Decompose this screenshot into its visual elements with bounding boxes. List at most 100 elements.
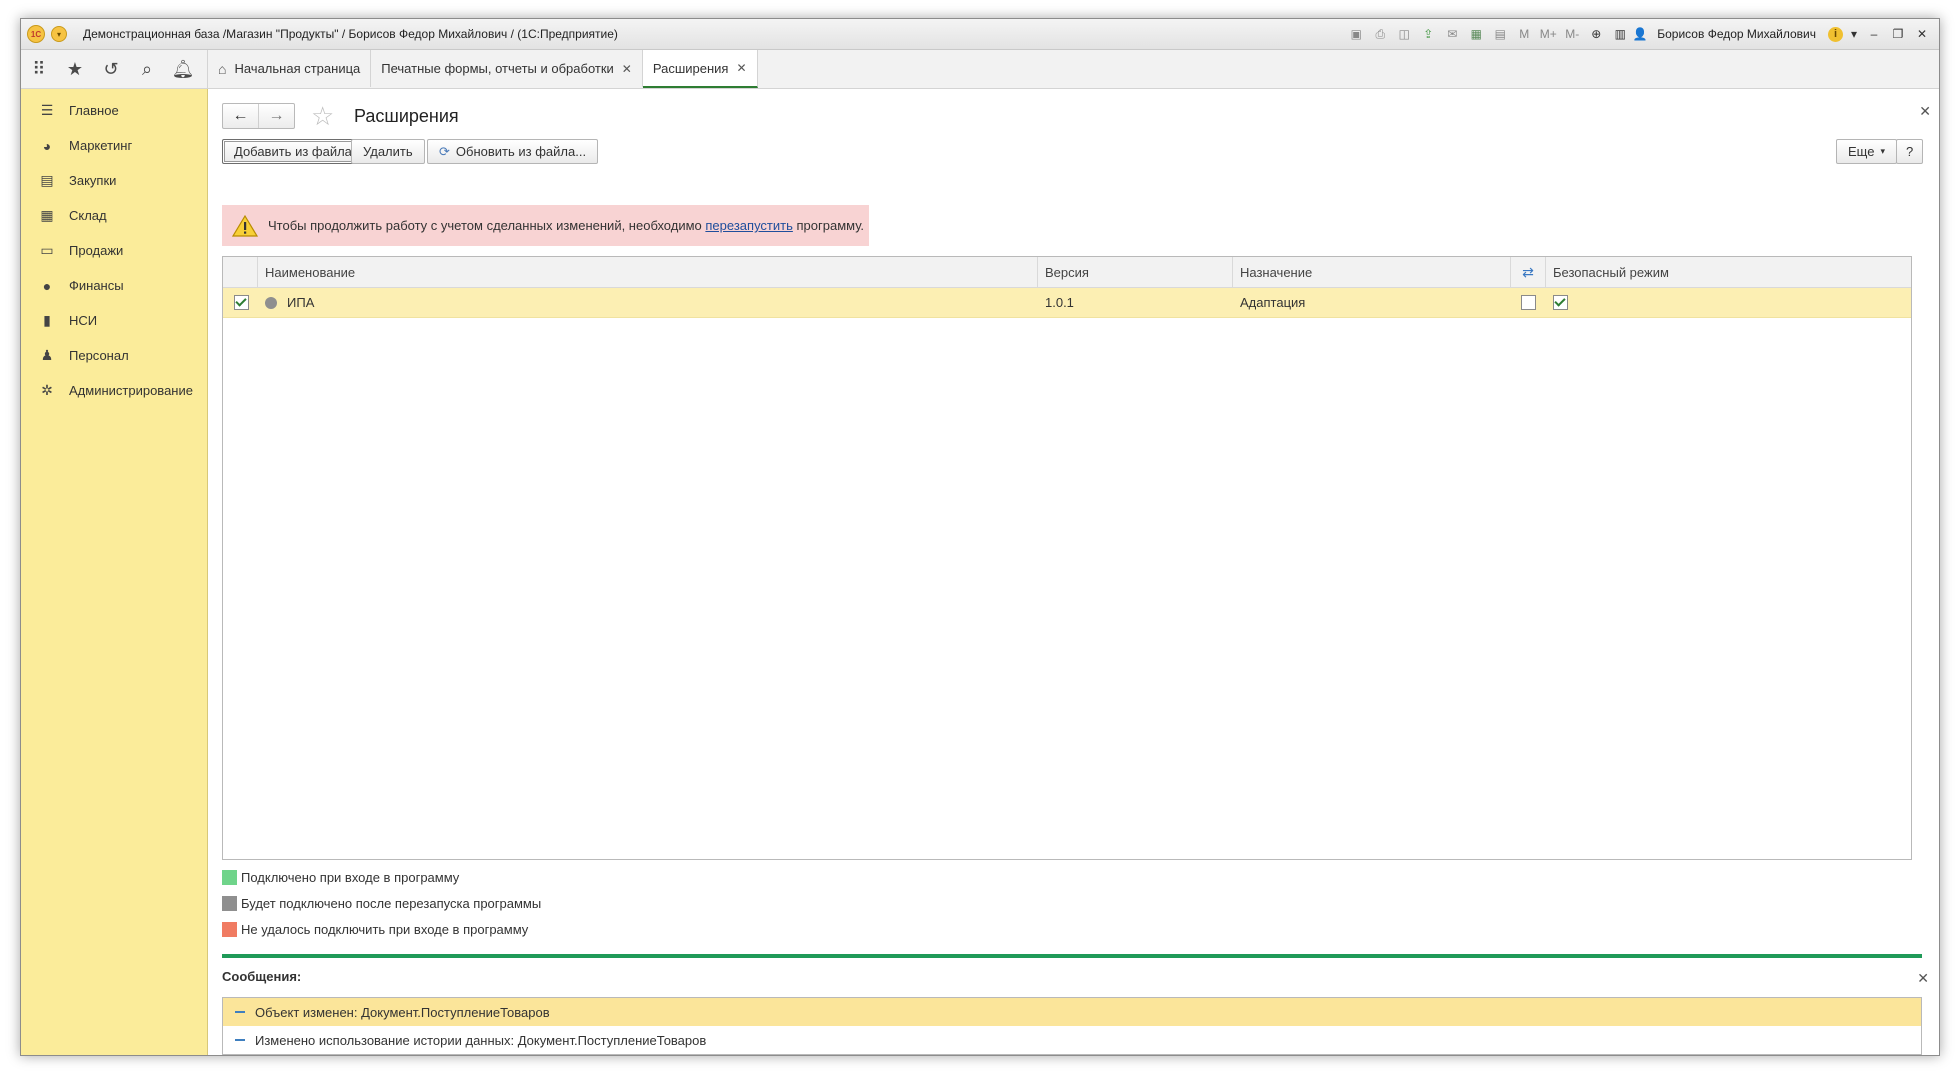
apps-grid-icon[interactable]: ⠿ — [21, 50, 57, 88]
sidebar-item-administration[interactable]: ✲ Администрирование — [21, 373, 207, 408]
sidebar-item-main[interactable]: ☰ Главное — [21, 93, 207, 128]
calculator-icon[interactable]: ▦ — [1467, 25, 1485, 43]
sidebar-item-label: Главное — [69, 103, 119, 118]
safe-mode-cell[interactable] — [1546, 288, 1911, 317]
sections-sidebar: ☰ Главное ◕ Маркетинг ▤ Закупки ▦ Склад … — [21, 89, 208, 1055]
sidebar-item-label: Маркетинг — [69, 138, 133, 153]
sidebar-item-warehouse[interactable]: ▦ Склад — [21, 198, 207, 233]
message-text: Объект изменен: Документ.ПоступлениеТова… — [255, 1004, 550, 1020]
sidebar-item-finance[interactable]: ● Финансы — [21, 268, 207, 303]
more-label: Еще — [1848, 144, 1875, 159]
active-cell[interactable] — [223, 288, 258, 317]
search-icon[interactable]: ⌕ — [129, 50, 165, 88]
close-messages-icon[interactable]: ✕ — [1917, 970, 1929, 987]
message-item[interactable]: Изменено использование истории данных: Д… — [223, 1026, 1921, 1054]
zoom-icon[interactable]: ⊕ — [1587, 25, 1605, 43]
app-window: 1C ▾ Демонстрационная база /Магазин "Про… — [20, 18, 1940, 1056]
restart-link[interactable]: перезапустить — [705, 218, 792, 233]
panel-icon[interactable]: ▥ — [1611, 25, 1629, 43]
column-safe-mode[interactable]: Безопасный режим — [1546, 257, 1911, 287]
add-to-favorites-star-icon[interactable]: ☆ — [311, 101, 334, 132]
messages-divider — [222, 954, 1922, 958]
tab-print-forms[interactable]: Печатные формы, отчеты и обработки ✕ — [371, 50, 643, 87]
column-version[interactable]: Версия — [1038, 257, 1233, 287]
sidebar-item-nsi[interactable]: ▮ НСИ — [21, 303, 207, 338]
close-form-icon[interactable]: ✕ — [1919, 103, 1931, 120]
preview-icon[interactable]: ◫ — [1395, 25, 1413, 43]
favorites-star-icon[interactable]: ★ — [57, 50, 93, 88]
tab-home[interactable]: ⌂ Начальная страница — [208, 50, 372, 87]
form-area: ← → ☆ Расширения ✕ Добавить из файла... … — [208, 89, 1939, 1055]
chevron-down-icon: ▾ — [1880, 146, 1885, 156]
tab-label: Расширения — [652, 60, 729, 76]
flag-cell[interactable] — [1511, 288, 1546, 317]
memory-m-icon[interactable]: M — [1515, 25, 1533, 43]
update-file-icon: ⟳ — [439, 143, 450, 159]
history-icon[interactable]: ↺ — [93, 50, 129, 88]
active-checkbox[interactable] — [234, 295, 249, 310]
warning-triangle-icon — [230, 214, 260, 238]
gear-icon: ✲ — [41, 382, 53, 398]
tab-extensions[interactable]: Расширения ✕ — [642, 50, 758, 88]
minimize-icon[interactable]: – — [1865, 25, 1883, 43]
flag-checkbox[interactable] — [1521, 295, 1536, 310]
info-icon[interactable]: i — [1828, 26, 1843, 42]
memory-minus-icon[interactable]: M- — [1563, 25, 1581, 43]
extension-name: ИПА — [287, 295, 315, 310]
help-button[interactable]: ? — [1896, 139, 1924, 164]
delete-button[interactable]: Удалить — [351, 139, 425, 164]
sidebar-item-sales[interactable]: ▭ Продажи — [21, 233, 207, 268]
column-flag[interactable]: ⇄ — [1511, 257, 1546, 287]
quick-access-bar: ⠿ ★ ↺ ⌕ 🔔︎ — [21, 50, 208, 88]
sidebar-item-label: Финансы — [69, 278, 124, 293]
active-column-header[interactable] — [223, 257, 258, 287]
close-tab-icon[interactable]: ✕ — [736, 61, 746, 75]
save-icon[interactable]: ▣ — [1347, 25, 1365, 43]
title-bar: 1C ▾ Демонстрационная база /Магазин "Про… — [21, 19, 1939, 50]
print-icon[interactable]: ⎙ — [1371, 25, 1389, 43]
top-navigation: ⠿ ★ ↺ ⌕ 🔔︎ ⌂ Начальная страница Печатные… — [21, 50, 1939, 89]
restore-icon[interactable]: ❐ — [1889, 25, 1907, 43]
ruble-coin-icon: ● — [42, 277, 52, 294]
notifications-bell-icon[interactable]: 🔔︎ — [165, 50, 201, 88]
more-button[interactable]: Еще ▾ — [1836, 139, 1897, 164]
column-name[interactable]: Наименование — [258, 257, 1038, 287]
warehouse-grid-icon: ▦ — [40, 207, 54, 223]
column-purpose[interactable]: Назначение — [1233, 257, 1511, 287]
tab-bar: ⌂ Начальная страница Печатные формы, отч… — [208, 50, 758, 88]
messages-title: Сообщения: — [222, 969, 302, 984]
legend-swatch-gray — [222, 896, 237, 911]
sidebar-item-purchases[interactable]: ▤ Закупки — [21, 163, 207, 198]
person-icon: ♟ — [40, 347, 54, 363]
message-item[interactable]: Объект изменен: Документ.ПоступлениеТова… — [223, 998, 1921, 1026]
warning-text: Чтобы продолжить работу с учетом сделанн… — [268, 218, 706, 233]
menu-lines-icon: ☰ — [40, 102, 54, 118]
legend-swatch-red — [222, 922, 237, 937]
upload-icon[interactable]: ⇪ — [1419, 25, 1437, 43]
sidebar-item-label: Склад — [69, 208, 107, 223]
sidebar-item-personnel[interactable]: ♟ Персонал — [21, 338, 207, 373]
table-row[interactable]: ИПА 1.0.1 Адаптация — [223, 288, 1911, 318]
chevron-down-icon[interactable]: ▾ — [1849, 25, 1859, 43]
current-user[interactable]: Борисов Федор Михайлович — [1657, 27, 1816, 41]
memory-plus-icon[interactable]: M+ — [1539, 25, 1557, 43]
pie-chart-icon: ◕ — [42, 137, 52, 154]
forward-arrow-icon[interactable]: → — [258, 104, 294, 128]
sidebar-item-label: Администрирование — [69, 383, 193, 398]
calendar-icon[interactable]: ▤ — [1491, 25, 1509, 43]
close-icon[interactable]: ✕ — [1913, 25, 1931, 43]
back-arrow-icon[interactable]: ← — [223, 104, 258, 128]
safe-mode-checkbox[interactable] — [1553, 295, 1568, 310]
page-title: Расширения — [354, 106, 459, 126]
1c-logo-icon[interactable]: 1C — [27, 25, 45, 43]
close-tab-icon[interactable]: ✕ — [622, 62, 632, 76]
tab-label: Начальная страница — [234, 61, 361, 76]
history-navigation: ← → — [222, 103, 295, 129]
sidebar-item-label: НСИ — [69, 313, 98, 328]
update-from-file-button[interactable]: ⟳ Обновить из файла... — [427, 139, 599, 164]
main-menu-icon[interactable]: ▾ — [51, 26, 67, 42]
message-text: Изменено использование истории данных: Д… — [255, 1032, 707, 1048]
sidebar-item-marketing[interactable]: ◕ Маркетинг — [21, 128, 207, 163]
mail-icon[interactable]: ✉ — [1443, 25, 1461, 43]
basket-icon: ▭ — [40, 242, 54, 258]
